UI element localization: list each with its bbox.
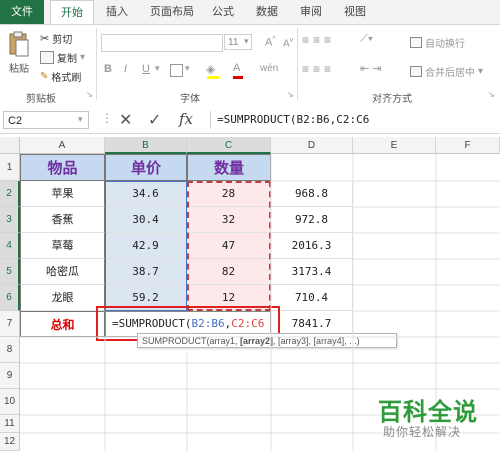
wrap-text-button[interactable]: 自动换行 — [410, 35, 465, 50]
tab-formulas[interactable]: 公式 — [208, 0, 238, 24]
italic-button[interactable]: I — [124, 63, 127, 75]
row-header-11[interactable]: 11 — [0, 415, 20, 433]
chevron-down-icon[interactable]: ▾ — [185, 63, 190, 74]
indent-icons[interactable]: ⇤ ⇥ — [360, 62, 382, 75]
row-header-8[interactable]: 8 — [0, 337, 20, 363]
copy-label: 复制 — [57, 54, 77, 65]
row-header-5[interactable]: 5 — [0, 259, 20, 285]
tab-file[interactable]: 文件 — [0, 0, 44, 24]
wrap-text-icon — [410, 37, 422, 48]
underline-button[interactable]: U — [142, 63, 150, 75]
paste-button[interactable] — [6, 30, 32, 60]
row-header-3[interactable]: 3 — [0, 207, 20, 233]
paste-icon — [9, 31, 29, 57]
font-size-value: 11 — [228, 37, 239, 48]
borders-icon[interactable] — [170, 64, 183, 77]
enter-button[interactable]: ✓ — [148, 110, 161, 130]
paste-label: 粘贴 — [9, 64, 29, 75]
column-header-d[interactable]: D — [271, 137, 353, 154]
dialog-launcher-icon[interactable]: ↘ — [86, 90, 93, 99]
more-icon: ⋮ — [101, 111, 113, 125]
tab-review[interactable]: 审阅 — [296, 0, 326, 24]
font-group-label: 字体 — [180, 94, 200, 105]
watermark-subtitle: 助你轻松解决 — [383, 425, 462, 439]
brush-icon: ✎ — [40, 71, 49, 82]
tab-view[interactable]: 视图 — [340, 0, 370, 24]
row-header-7[interactable]: 7 — [0, 311, 20, 337]
orientation-icon[interactable]: ⟋▾ — [360, 33, 373, 46]
row-header-1[interactable]: 1 — [0, 154, 20, 181]
dialog-launcher-icon[interactable]: ↘ — [488, 90, 495, 99]
cut-button[interactable]: ✂ 剪切 — [40, 31, 72, 46]
watermark-title: 百科全说 — [378, 399, 478, 426]
scissors-icon: ✂ — [40, 33, 50, 45]
select-all-corner[interactable] — [0, 137, 20, 154]
ribbon-tab-bar: 文件 开始 插入 页面布局 公式 数据 审阅 视图 — [0, 0, 500, 25]
merge-icon — [410, 66, 422, 77]
tab-data[interactable]: 数据 — [252, 0, 282, 24]
copy-button[interactable]: 复制 ▾ — [40, 50, 85, 65]
alignment-group-label: 对齐方式 — [372, 94, 412, 105]
align-top-icons[interactable]: ≡≡≡ — [302, 33, 335, 47]
row-header-4[interactable]: 4 — [0, 233, 20, 259]
copy-icon — [40, 51, 54, 64]
column-header-e[interactable]: E — [353, 137, 436, 154]
font-color-icon[interactable]: A — [233, 62, 240, 74]
chevron-down-icon[interactable]: ▾ — [244, 36, 249, 47]
name-box[interactable]: C2 — [3, 111, 89, 129]
tab-insert[interactable]: 插入 — [102, 0, 132, 24]
clipboard-group-label: 剪贴板 — [26, 94, 56, 105]
column-header-c[interactable]: C — [187, 137, 271, 154]
shrink-font-label: A — [283, 38, 290, 50]
merge-center-button[interactable]: 合并后居中 ▾ — [410, 64, 483, 79]
fill-color-swatch — [207, 76, 219, 79]
chevron-down-icon[interactable]: ▾ — [155, 63, 160, 74]
cut-label: 剪切 — [52, 35, 73, 46]
row-header-6[interactable]: 6 — [0, 285, 20, 311]
tab-page-layout[interactable]: 页面布局 — [144, 0, 200, 24]
dialog-launcher-icon[interactable]: ↘ — [287, 90, 294, 99]
bold-button[interactable]: B — [104, 63, 112, 75]
row-header-2[interactable]: 2 — [0, 181, 20, 207]
chevron-down-icon[interactable]: ▾ — [78, 114, 83, 125]
align-left-icons[interactable]: ≡≡≡ — [302, 62, 335, 76]
format-painter-label: 格式刷 — [51, 73, 82, 84]
shrink-font-button[interactable]: Av — [283, 37, 293, 49]
divider — [297, 28, 298, 100]
chevron-down-icon: ▾ — [80, 52, 86, 63]
row-header-9[interactable]: 9 — [0, 363, 20, 389]
fill-color-icon[interactable]: ◈ — [206, 62, 215, 76]
format-painter-button[interactable]: ✎ 格式刷 — [40, 69, 81, 84]
font-name-dropdown[interactable] — [101, 34, 223, 52]
chevron-down-icon: ▾ — [478, 66, 484, 77]
grow-font-button[interactable]: A^ — [265, 36, 276, 49]
divider — [96, 28, 97, 100]
phonetic-icon[interactable]: wén — [260, 63, 278, 74]
wrap-text-label: 自动换行 — [425, 39, 465, 50]
merge-center-label: 合并后居中 — [425, 68, 475, 79]
formula-input[interactable]: =SUMPRODUCT(B2:B6,C2:C6 — [210, 111, 498, 129]
font-color-swatch — [233, 76, 243, 79]
tab-home[interactable]: 开始 — [50, 0, 94, 25]
column-header-a[interactable]: A — [20, 137, 105, 154]
cancel-button[interactable]: ✕ — [119, 110, 132, 130]
insert-function-button[interactable]: fx — [179, 110, 193, 128]
row-header-10[interactable]: 10 — [0, 389, 20, 415]
column-header-b[interactable]: B — [105, 137, 187, 154]
row-header-12[interactable]: 12 — [0, 433, 20, 451]
column-header-f[interactable]: F — [436, 137, 500, 154]
